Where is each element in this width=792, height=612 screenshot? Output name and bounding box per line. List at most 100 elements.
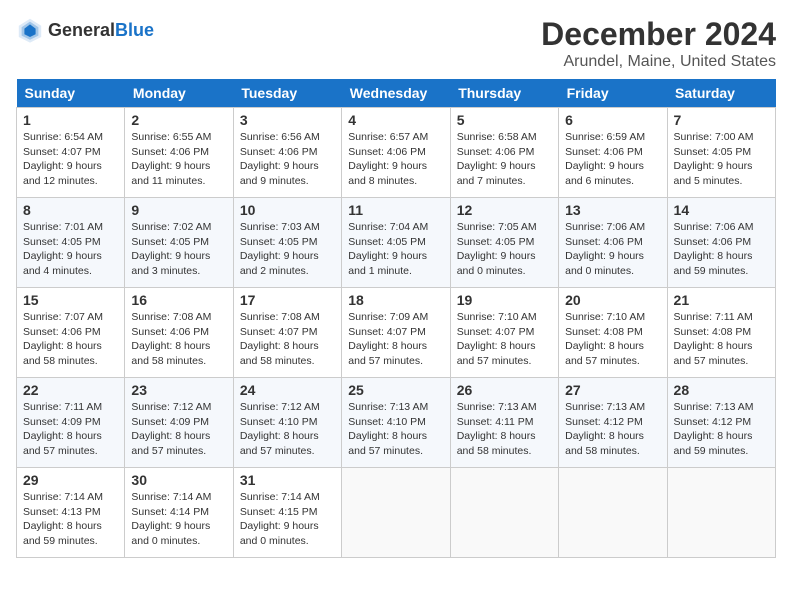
day-info: Sunrise: 7:04 AMSunset: 4:05 PMDaylight:… bbox=[348, 220, 443, 279]
calendar-cell: 28 Sunrise: 7:13 AMSunset: 4:12 PMDayligh… bbox=[667, 378, 775, 468]
calendar-cell: 9 Sunrise: 7:02 AMSunset: 4:05 PMDaylight… bbox=[125, 198, 233, 288]
calendar-cell: 7 Sunrise: 7:00 AMSunset: 4:05 PMDaylight… bbox=[667, 108, 775, 198]
calendar-cell: 29 Sunrise: 7:14 AMSunset: 4:13 PMDayligh… bbox=[17, 468, 125, 558]
calendar-week-row: 8Sunrise: 7:01 AMSunset: 4:05 PMDaylight… bbox=[17, 198, 776, 288]
day-number: 27 bbox=[565, 382, 660, 398]
day-number: 7 bbox=[674, 112, 769, 128]
weekday-header-thursday: Thursday bbox=[450, 79, 558, 108]
day-number: 29 bbox=[23, 472, 118, 488]
logo-icon bbox=[16, 16, 44, 44]
calendar-cell bbox=[342, 468, 450, 558]
day-number: 9 bbox=[131, 202, 226, 218]
calendar-cell: 14 Sunrise: 7:06 AMSunset: 4:06 PMDayligh… bbox=[667, 198, 775, 288]
day-number: 24 bbox=[240, 382, 335, 398]
day-info: Sunrise: 7:09 AMSunset: 4:07 PMDaylight:… bbox=[348, 310, 443, 369]
calendar-cell: 16 Sunrise: 7:08 AMSunset: 4:06 PMDayligh… bbox=[125, 288, 233, 378]
calendar-cell: 26Sunrise: 7:13 AMSunset: 4:11 PMDayligh… bbox=[450, 378, 558, 468]
day-info: Sunrise: 7:06 AMSunset: 4:06 PMDaylight:… bbox=[565, 220, 660, 279]
day-info: Sunrise: 6:56 AMSunset: 4:06 PMDaylight:… bbox=[240, 130, 335, 189]
logo: GeneralBlue bbox=[16, 16, 154, 44]
calendar-table: SundayMondayTuesdayWednesdayThursdayFrid… bbox=[16, 79, 776, 558]
location-subtitle: Arundel, Maine, United States bbox=[541, 53, 776, 71]
day-info: Sunrise: 7:13 AMSunset: 4:12 PMDaylight:… bbox=[565, 400, 660, 459]
day-info: Sunrise: 7:08 AMSunset: 4:06 PMDaylight:… bbox=[131, 310, 226, 369]
day-number: 10 bbox=[240, 202, 335, 218]
day-number: 25 bbox=[348, 382, 443, 398]
day-info: Sunrise: 6:54 AMSunset: 4:07 PMDaylight:… bbox=[23, 130, 118, 189]
day-number: 26 bbox=[457, 382, 552, 398]
day-info: Sunrise: 7:05 AMSunset: 4:05 PMDaylight:… bbox=[457, 220, 552, 279]
day-info: Sunrise: 7:14 AMSunset: 4:13 PMDaylight:… bbox=[23, 490, 118, 549]
day-info: Sunrise: 6:55 AMSunset: 4:06 PMDaylight:… bbox=[131, 130, 226, 189]
day-number: 16 bbox=[131, 292, 226, 308]
day-info: Sunrise: 7:14 AMSunset: 4:14 PMDaylight:… bbox=[131, 490, 226, 549]
weekday-header-monday: Monday bbox=[125, 79, 233, 108]
logo-blue: Blue bbox=[115, 20, 154, 40]
month-title: December 2024 bbox=[541, 16, 776, 53]
calendar-cell: 17Sunrise: 7:08 AMSunset: 4:07 PMDayligh… bbox=[233, 288, 341, 378]
day-info: Sunrise: 7:01 AMSunset: 4:05 PMDaylight:… bbox=[23, 220, 118, 279]
calendar-cell: 1 Sunrise: 6:54 AMSunset: 4:07 PMDaylight… bbox=[17, 108, 125, 198]
calendar-cell: 22Sunrise: 7:11 AMSunset: 4:09 PMDayligh… bbox=[17, 378, 125, 468]
logo-wordmark: GeneralBlue bbox=[48, 20, 154, 41]
day-number: 14 bbox=[674, 202, 769, 218]
day-info: Sunrise: 7:00 AMSunset: 4:05 PMDaylight:… bbox=[674, 130, 769, 189]
day-number: 3 bbox=[240, 112, 335, 128]
day-info: Sunrise: 6:57 AMSunset: 4:06 PMDaylight:… bbox=[348, 130, 443, 189]
calendar-cell bbox=[559, 468, 667, 558]
calendar-cell: 15 Sunrise: 7:07 AMSunset: 4:06 PMDayligh… bbox=[17, 288, 125, 378]
calendar-cell: 10 Sunrise: 7:03 AMSunset: 4:05 PMDayligh… bbox=[233, 198, 341, 288]
calendar-cell: 31 Sunrise: 7:14 AMSunset: 4:15 PMDayligh… bbox=[233, 468, 341, 558]
calendar-cell: 5Sunrise: 6:58 AMSunset: 4:06 PMDaylight… bbox=[450, 108, 558, 198]
day-number: 2 bbox=[131, 112, 226, 128]
day-number: 31 bbox=[240, 472, 335, 488]
calendar-cell: 20Sunrise: 7:10 AMSunset: 4:08 PMDayligh… bbox=[559, 288, 667, 378]
calendar-cell bbox=[667, 468, 775, 558]
calendar-week-row: 15 Sunrise: 7:07 AMSunset: 4:06 PMDayligh… bbox=[17, 288, 776, 378]
day-number: 22 bbox=[23, 382, 118, 398]
calendar-cell: 4 Sunrise: 6:57 AMSunset: 4:06 PMDaylight… bbox=[342, 108, 450, 198]
day-number: 21 bbox=[674, 292, 769, 308]
day-number: 4 bbox=[348, 112, 443, 128]
calendar-cell: 30 Sunrise: 7:14 AMSunset: 4:14 PMDayligh… bbox=[125, 468, 233, 558]
weekday-header-wednesday: Wednesday bbox=[342, 79, 450, 108]
calendar-cell: 21 Sunrise: 7:11 AMSunset: 4:08 PMDayligh… bbox=[667, 288, 775, 378]
weekday-header-friday: Friday bbox=[559, 79, 667, 108]
day-number: 18 bbox=[348, 292, 443, 308]
day-number: 6 bbox=[565, 112, 660, 128]
day-number: 13 bbox=[565, 202, 660, 218]
calendar-cell: 12 Sunrise: 7:05 AMSunset: 4:05 PMDayligh… bbox=[450, 198, 558, 288]
calendar-cell: 6Sunrise: 6:59 AMSunset: 4:06 PMDaylight… bbox=[559, 108, 667, 198]
day-number: 17 bbox=[240, 292, 335, 308]
day-info: Sunrise: 7:03 AMSunset: 4:05 PMDaylight:… bbox=[240, 220, 335, 279]
weekday-header-tuesday: Tuesday bbox=[233, 79, 341, 108]
day-info: Sunrise: 7:14 AMSunset: 4:15 PMDaylight:… bbox=[240, 490, 335, 549]
day-info: Sunrise: 7:10 AMSunset: 4:07 PMDaylight:… bbox=[457, 310, 552, 369]
logo-general: General bbox=[48, 20, 115, 40]
day-number: 19 bbox=[457, 292, 552, 308]
day-number: 28 bbox=[674, 382, 769, 398]
day-info: Sunrise: 7:10 AMSunset: 4:08 PMDaylight:… bbox=[565, 310, 660, 369]
day-number: 30 bbox=[131, 472, 226, 488]
calendar-cell: 27 Sunrise: 7:13 AMSunset: 4:12 PMDayligh… bbox=[559, 378, 667, 468]
weekday-header-saturday: Saturday bbox=[667, 79, 775, 108]
calendar-cell: 18 Sunrise: 7:09 AMSunset: 4:07 PMDayligh… bbox=[342, 288, 450, 378]
day-info: Sunrise: 7:02 AMSunset: 4:05 PMDaylight:… bbox=[131, 220, 226, 279]
calendar-cell: 23Sunrise: 7:12 AMSunset: 4:09 PMDayligh… bbox=[125, 378, 233, 468]
day-info: Sunrise: 7:13 AMSunset: 4:10 PMDaylight:… bbox=[348, 400, 443, 459]
calendar-cell bbox=[450, 468, 558, 558]
day-number: 15 bbox=[23, 292, 118, 308]
day-number: 23 bbox=[131, 382, 226, 398]
day-number: 1 bbox=[23, 112, 118, 128]
day-number: 12 bbox=[457, 202, 552, 218]
calendar-cell: 11Sunrise: 7:04 AMSunset: 4:05 PMDayligh… bbox=[342, 198, 450, 288]
day-info: Sunrise: 7:13 AMSunset: 4:12 PMDaylight:… bbox=[674, 400, 769, 459]
day-info: Sunrise: 7:11 AMSunset: 4:08 PMDaylight:… bbox=[674, 310, 769, 369]
calendar-cell: 25 Sunrise: 7:13 AMSunset: 4:10 PMDayligh… bbox=[342, 378, 450, 468]
day-info: Sunrise: 7:07 AMSunset: 4:06 PMDaylight:… bbox=[23, 310, 118, 369]
day-info: Sunrise: 7:12 AMSunset: 4:10 PMDaylight:… bbox=[240, 400, 335, 459]
day-info: Sunrise: 7:06 AMSunset: 4:06 PMDaylight:… bbox=[674, 220, 769, 279]
calendar-week-row: 1 Sunrise: 6:54 AMSunset: 4:07 PMDaylight… bbox=[17, 108, 776, 198]
calendar-cell: 2 Sunrise: 6:55 AMSunset: 4:06 PMDaylight… bbox=[125, 108, 233, 198]
day-info: Sunrise: 6:58 AMSunset: 4:06 PMDaylight:… bbox=[457, 130, 552, 189]
